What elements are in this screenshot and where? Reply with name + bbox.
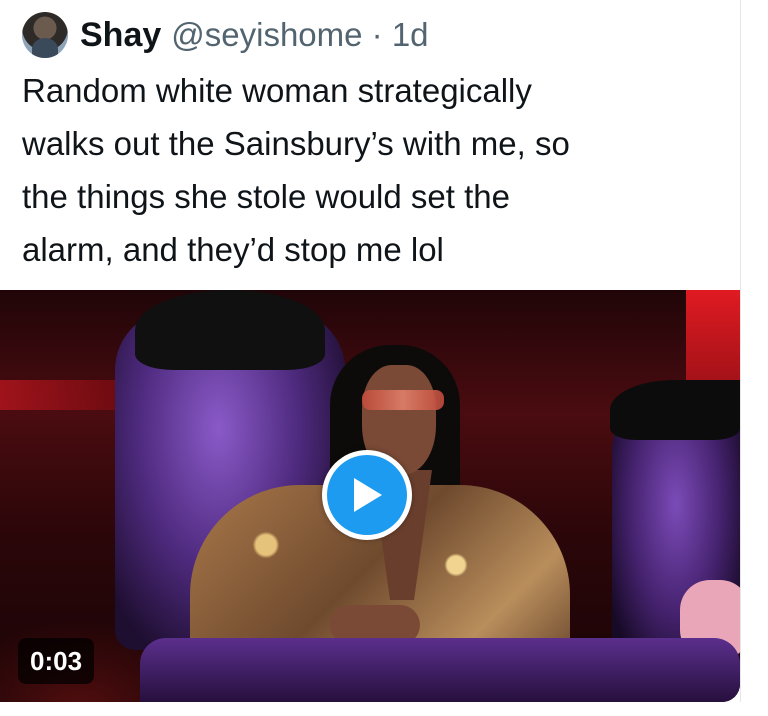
play-button-circle <box>327 455 407 535</box>
video-duration-badge: 0:03 <box>18 638 95 684</box>
timestamp[interactable]: 1d <box>392 16 429 53</box>
card-divider <box>740 0 741 702</box>
throne-crest-left <box>135 290 325 370</box>
red-light-left <box>0 380 130 410</box>
author-name[interactable]: Shay <box>80 16 161 55</box>
author-handle[interactable]: @seyishome <box>171 16 362 53</box>
play-button[interactable] <box>322 450 412 540</box>
chair-armrest <box>140 638 740 702</box>
tweet-header: Shay @seyishome · 1d <box>22 10 429 60</box>
separator: · <box>362 16 392 53</box>
avatar[interactable] <box>22 12 68 58</box>
author-handle-and-time: @seyishome · 1d <box>171 16 428 54</box>
play-icon <box>354 478 382 512</box>
person-glasses <box>362 390 444 410</box>
tweet-card[interactable]: Shay @seyishome · 1d Random white woman … <box>0 0 768 716</box>
video-player[interactable]: 0:03 <box>0 290 740 702</box>
throne-crest-right <box>610 380 740 440</box>
tweet-text: Random white woman strategically walks o… <box>22 72 570 268</box>
